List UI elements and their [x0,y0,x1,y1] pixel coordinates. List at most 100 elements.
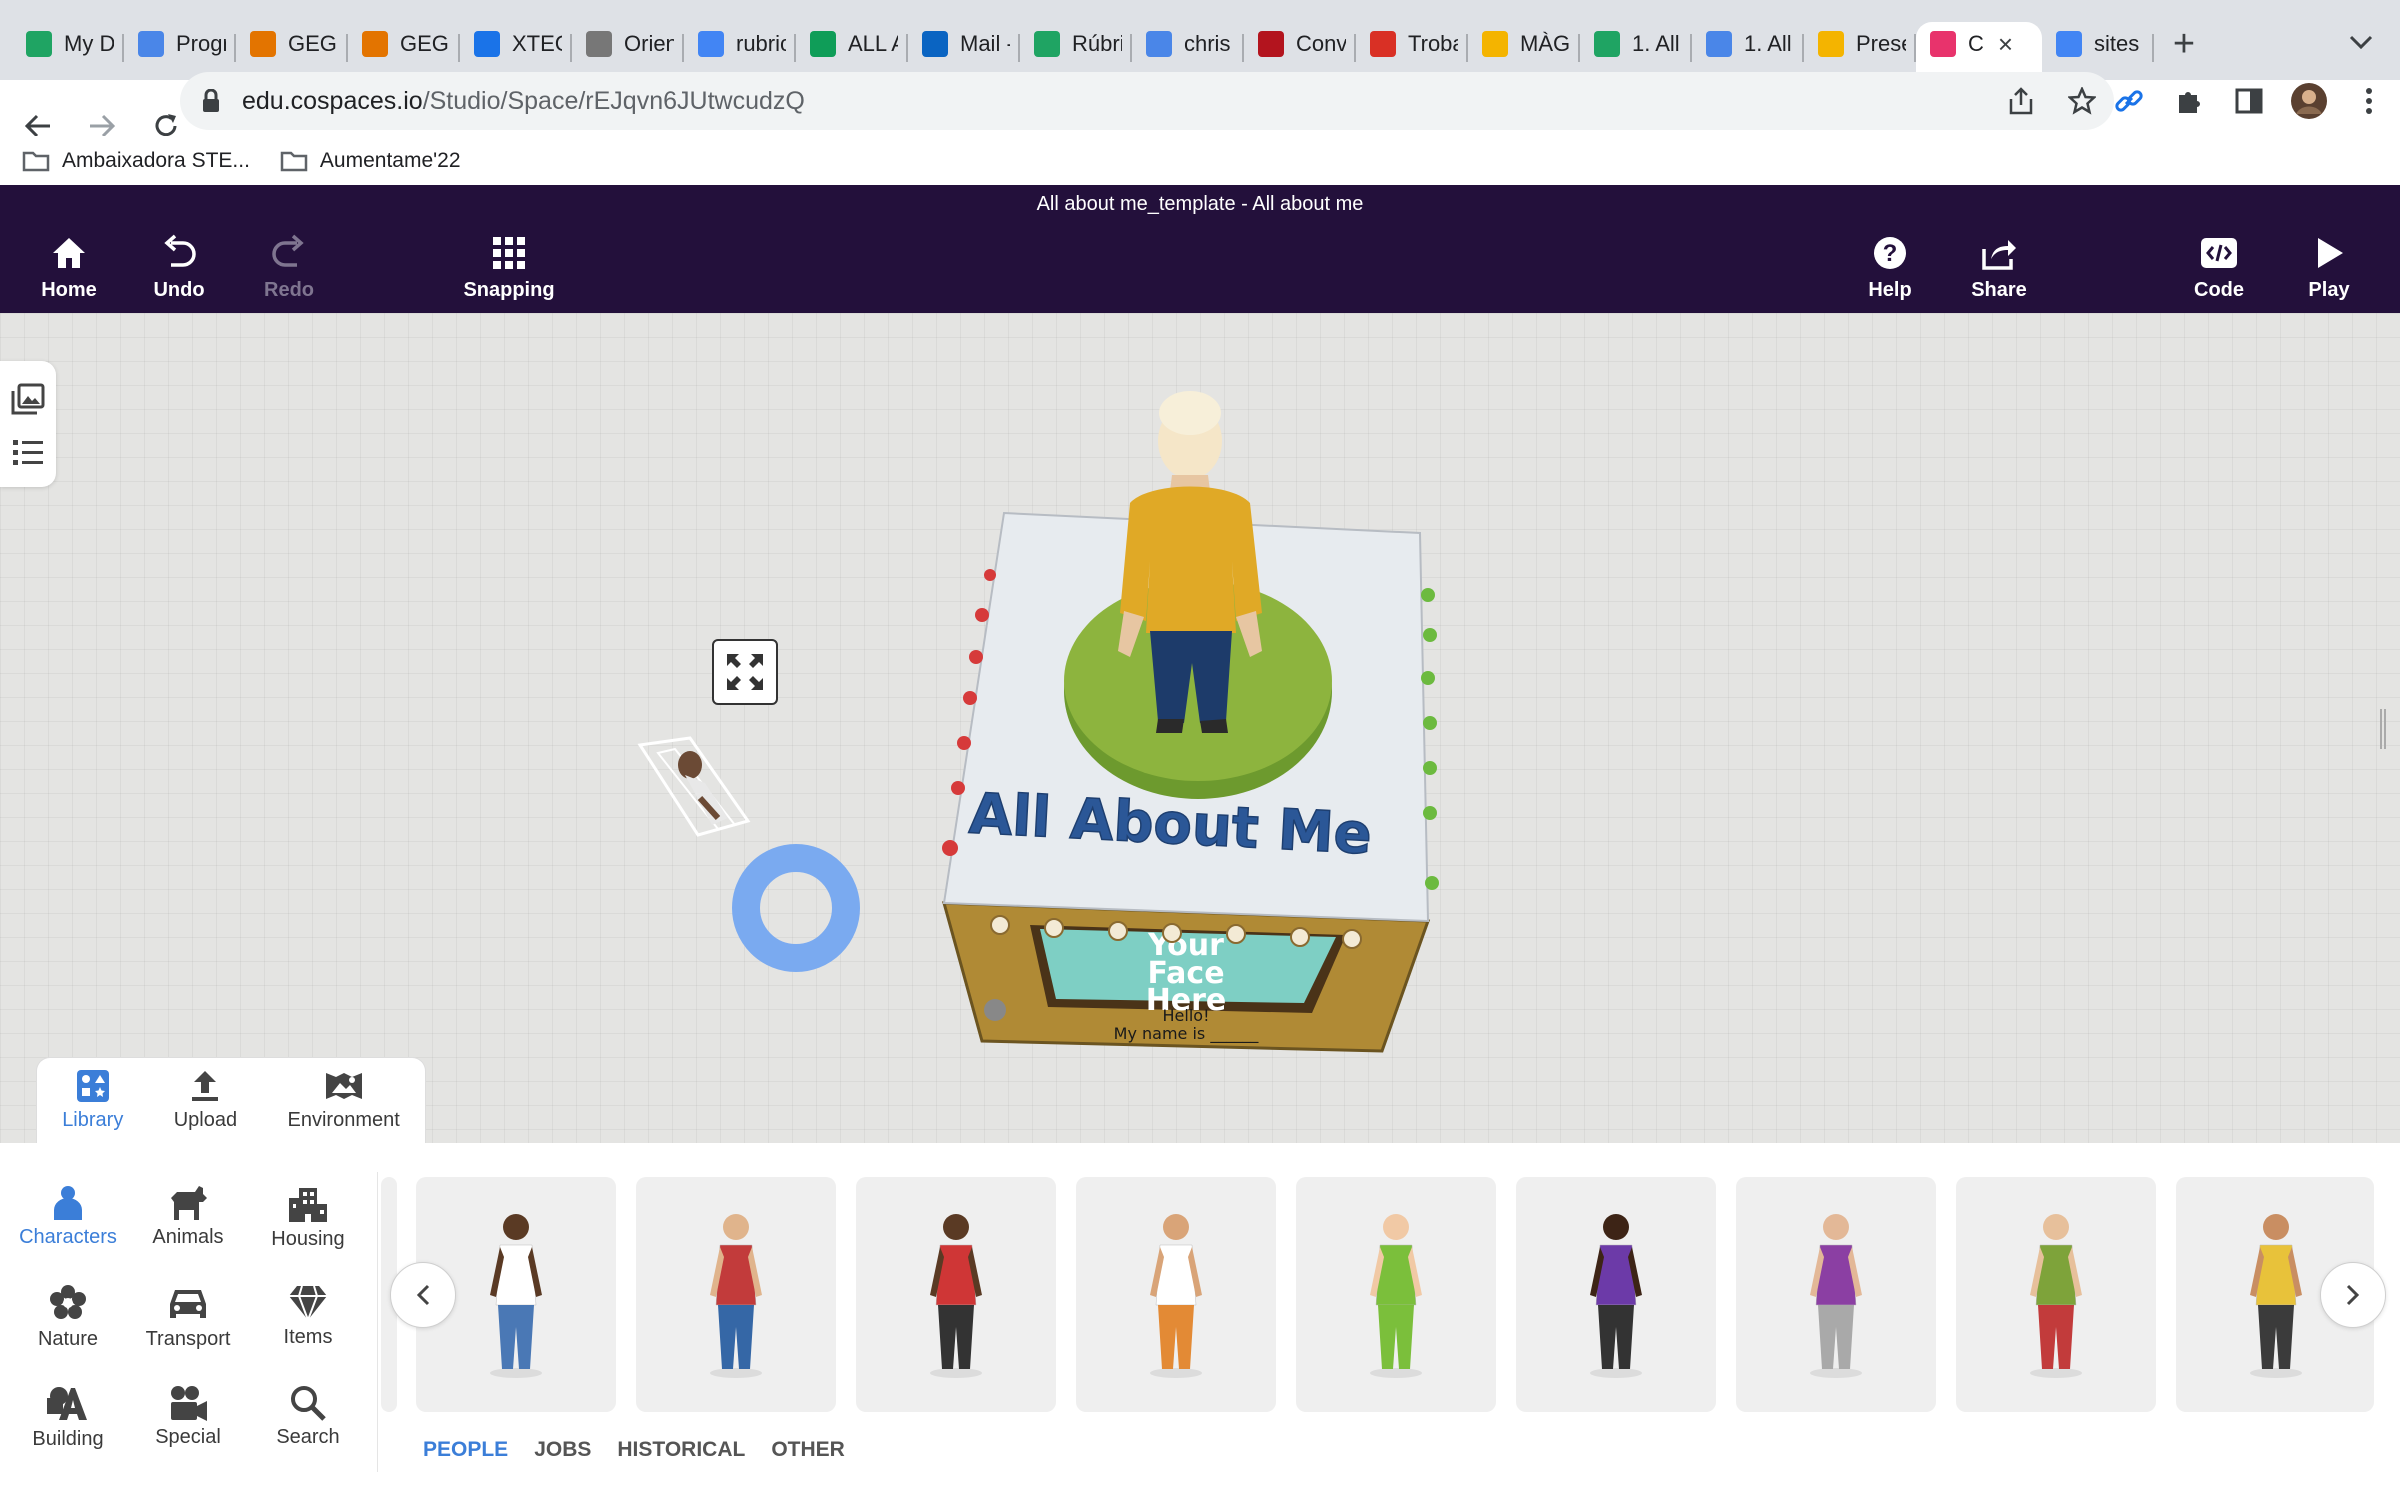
close-tab-icon[interactable]: × [1998,29,2013,60]
tab-environment[interactable]: Environment [288,1069,400,1132]
folder-icon [280,151,308,171]
character-figure-icon [930,1214,982,1378]
subcategory-historical[interactable]: HISTORICAL [617,1438,745,1462]
browser-tab-label: Prese [1856,31,1906,56]
category-building[interactable]: Building [8,1384,128,1451]
character-card[interactable] [636,1177,836,1412]
profile-avatar[interactable] [2288,80,2330,122]
undo-button[interactable]: Undo [124,233,234,302]
google-slides-icon [1818,31,1844,57]
browser-tab-strip: My D Progr GEG GEG XTEC Orien rubric ALL A Mail … [0,0,2400,80]
character-card[interactable] [1296,1177,1496,1412]
subcategory-people[interactable]: PEOPLE [423,1438,508,1462]
browser-tab-label: ALL A [848,31,898,56]
browser-tab-label: rubric [736,31,786,56]
browser-tab-label: GEG [400,31,449,56]
share-button[interactable]: Share [1944,233,2054,302]
url-path: /Studio/Space/rEJqvn6JUtwcudzQ [422,86,805,115]
bookmark-label: Aumentame'22 [319,148,461,172]
bookmark-folder-2[interactable]: Aumentame'22 [280,149,461,173]
presentation-box-object[interactable]: Your Face Here Hello! My name is ______ [942,901,1431,1053]
folder-icon [22,151,50,171]
chevron-right-icon [2346,1284,2360,1306]
category-housing[interactable]: Housing [248,1184,368,1251]
tab-separator [2152,34,2154,62]
tab-upload[interactable]: Upload [174,1069,237,1132]
snapping-button[interactable]: Snapping [454,233,564,302]
geg-icon [362,31,388,57]
code-icon [2201,238,2237,268]
chevron-left-icon [416,1284,430,1306]
character-card[interactable] [1736,1177,1936,1412]
category-label: Animals [152,1226,224,1248]
play-label: Play [2308,279,2350,301]
scene-objects: Your Face Here Hello! My name is ______ … [637,391,1439,1053]
google-drive-icon [1594,31,1620,57]
character-card[interactable] [1516,1177,1716,1412]
category-characters[interactable]: Characters [8,1184,128,1249]
person-icon [54,1186,82,1220]
side-panel-icon[interactable] [2228,80,2270,122]
category-label: Transport [145,1328,231,1350]
code-button[interactable]: Code [2164,233,2274,302]
category-animals[interactable]: Animals [128,1184,248,1249]
subcategory-tabs: PEOPLE JOBS HISTORICAL OTHER [423,1438,845,1462]
link-extension-icon[interactable] [2108,80,2150,122]
browser-menu-icon[interactable] [2348,80,2390,122]
character-card[interactable] [1076,1177,1276,1412]
scene-canvas[interactable]: Your Face Here Hello! My name is ______ … [0,313,2400,1143]
browser-tab-label: Conv [1296,31,1346,56]
play-button[interactable]: Play [2274,233,2384,302]
character-card[interactable] [856,1177,1056,1412]
home-icon [53,238,85,268]
character-card[interactable] [1956,1177,2156,1412]
browser-tab-label: sites [2094,31,2140,56]
subcategory-other[interactable]: OTHER [771,1438,845,1462]
code-label: Code [2194,279,2244,301]
home-button[interactable]: Home [14,233,124,302]
category-special[interactable]: Special [128,1384,248,1449]
bookmark-folder-1[interactable]: Ambaixadora STE... [22,149,250,173]
browser-tab[interactable]: My D [12,22,124,80]
search-icon [291,1386,326,1421]
subcategory-jobs[interactable]: JOBS [534,1438,591,1462]
tab-upload-label: Upload [173,1109,238,1131]
browser-tab-label: Troba [1408,31,1458,56]
scroll-left-button[interactable] [390,1262,456,1328]
bookmark-star-icon[interactable] [2068,87,2096,115]
svg-text:?: ? [1883,240,1898,267]
help-button[interactable]: ? Help [1835,233,1945,302]
google-drive-icon [26,31,52,57]
google-docs-icon [1146,31,1172,57]
category-label: Special [155,1426,221,1448]
google-slides-icon [1482,31,1508,57]
category-search[interactable]: Search [248,1384,368,1449]
tab-library[interactable]: Library [62,1069,123,1132]
redo-button[interactable]: Redo [234,233,344,302]
category-label: Characters [19,1226,117,1248]
pdf-icon [1258,31,1284,57]
tab-search-chevron-icon[interactable] [2348,26,2374,57]
extensions-puzzle-icon[interactable] [2168,80,2210,122]
address-field[interactable]: edu.cospaces.io/Studio/Space/rEJqvn6JUtw… [180,72,2114,130]
blue-ring-object[interactable] [732,844,860,972]
tab-library-label: Library [62,1109,124,1131]
google-drive-icon [1034,31,1060,57]
character-figure-icon [2030,1214,2082,1378]
bookmark-label: Ambaixadora STE... [62,148,250,172]
share-page-icon[interactable] [2008,87,2034,115]
browser-tab-label: 1. All [1744,31,1792,56]
category-transport[interactable]: Transport [128,1284,248,1351]
diamond-icon [289,1285,327,1322]
category-label: Items [283,1326,333,1348]
flower-icon [50,1285,86,1319]
focus-frame-button[interactable] [712,639,778,705]
scroll-right-button[interactable] [2320,1262,2386,1328]
small-character-object[interactable] [637,736,751,837]
share-icon [1982,240,2016,270]
gmail-icon [1370,31,1396,57]
category-items[interactable]: Items [248,1284,368,1349]
browser-tab-label: XTEC [512,31,562,56]
geg-icon [250,31,276,57]
category-nature[interactable]: Nature [8,1284,128,1351]
